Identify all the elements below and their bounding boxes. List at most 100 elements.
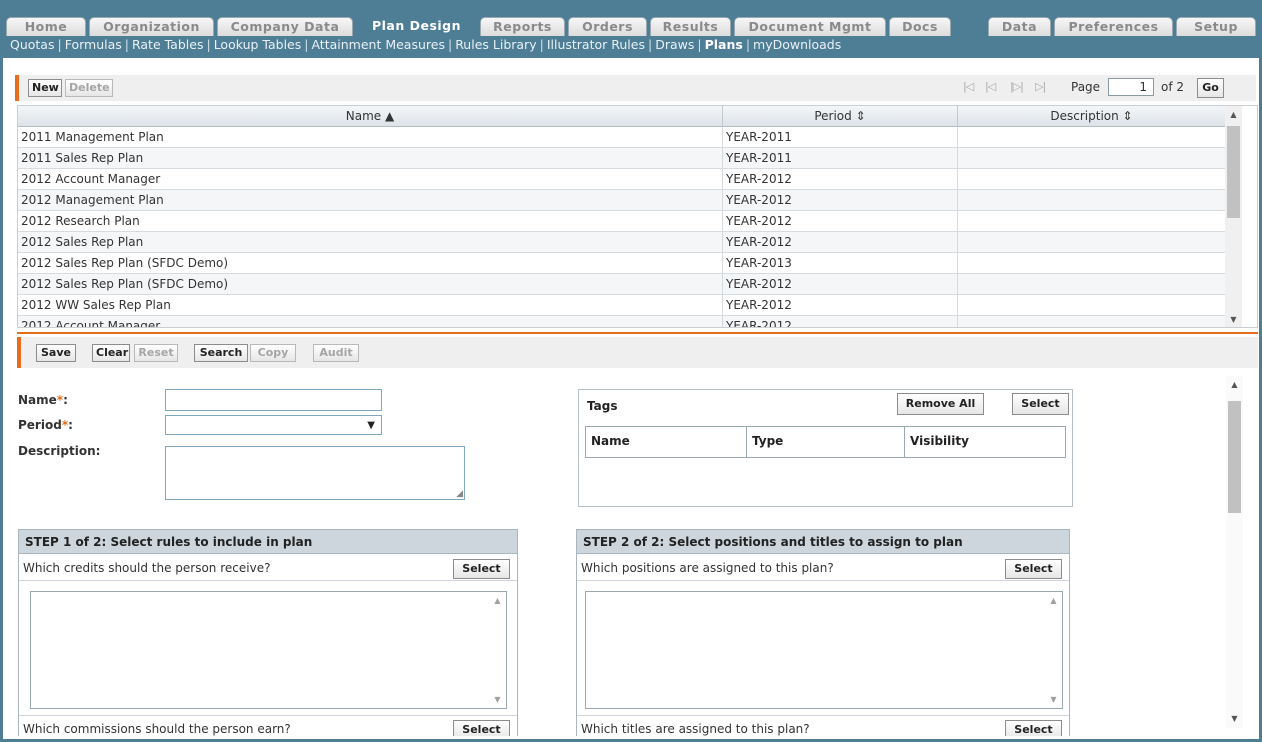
cell-description: [958, 232, 1226, 252]
prev-page-icon[interactable]: |◁: [985, 80, 996, 93]
table-row[interactable]: 2012 Account Manager YEAR-2012: [18, 169, 1226, 190]
period-select[interactable]: ▼: [165, 415, 382, 435]
subnav-separator: |: [697, 37, 702, 52]
tab-docs[interactable]: Docs: [889, 17, 951, 36]
table-row[interactable]: 2012 Account Manager YEAR-2012: [18, 316, 1226, 327]
tab-organization[interactable]: Organization: [89, 17, 214, 36]
pane-splitter[interactable]: [17, 332, 1258, 334]
step1-commissions-question: Which commissions should the person earn…: [19, 715, 517, 736]
audit-button[interactable]: Audit: [313, 344, 359, 362]
cell-description: [958, 148, 1226, 168]
tab-orders[interactable]: Orders: [568, 17, 647, 36]
scroll-down-icon[interactable]: ▼: [1225, 313, 1242, 327]
tab-data[interactable]: Data: [988, 17, 1051, 36]
positions-question-text: Which positions are assigned to this pla…: [581, 561, 834, 575]
subnav-mydownloads[interactable]: myDownloads: [753, 37, 841, 52]
scroll-down-icon[interactable]: ▼: [489, 695, 506, 704]
subnav-quotas[interactable]: Quotas: [10, 37, 54, 52]
subnav-rules-library[interactable]: Rules Library: [455, 37, 536, 52]
cell-period: YEAR-2012: [723, 316, 958, 327]
cell-period: YEAR-2012: [723, 190, 958, 210]
subnav-separator: |: [745, 37, 751, 52]
search-button[interactable]: Search: [194, 344, 248, 362]
table-row[interactable]: 2012 WW Sales Rep Plan YEAR-2012: [18, 295, 1226, 316]
tags-select-button[interactable]: Select: [1012, 393, 1069, 415]
cell-period: YEAR-2012: [723, 274, 958, 294]
next-page-icon[interactable]: |▷|: [1010, 80, 1024, 93]
scroll-down-icon[interactable]: ▼: [1045, 695, 1062, 704]
subnav-draws[interactable]: Draws: [655, 37, 694, 52]
step1-title: STEP 1 of 2: Select rules to include in …: [19, 530, 517, 554]
titles-select-button[interactable]: Select: [1005, 720, 1062, 736]
scroll-up-icon[interactable]: ▲: [489, 596, 506, 605]
table-row[interactable]: 2012 Sales Rep Plan (SFDC Demo) YEAR-2013: [18, 253, 1226, 274]
subnav-rate-tables[interactable]: Rate Tables: [132, 37, 203, 52]
positions-list-scrollbar[interactable]: ▲ ▼: [1045, 592, 1062, 708]
subnav-separator: |: [647, 37, 653, 52]
scroll-thumb[interactable]: [1227, 126, 1240, 218]
cell-description: [958, 127, 1226, 147]
tab-company-data[interactable]: Company Data: [217, 17, 353, 36]
column-header-description[interactable]: Description ⇕: [958, 106, 1226, 127]
scroll-thumb[interactable]: [1228, 401, 1241, 513]
credits-select-button[interactable]: Select: [453, 559, 510, 579]
sub-navigation: Quotas | Formulas | Rate Tables | Lookup Table…: [3, 36, 1259, 58]
remove-all-button[interactable]: Remove All: [897, 393, 984, 415]
subnav-separator: |: [57, 37, 62, 52]
description-textarea[interactable]: ◢: [165, 446, 465, 500]
subnav-plans[interactable]: Plans: [705, 37, 743, 52]
delete-button[interactable]: Delete: [65, 79, 113, 97]
last-page-icon[interactable]: ▷|: [1035, 80, 1046, 93]
commissions-select-button[interactable]: Select: [453, 720, 510, 736]
credits-question-text: Which credits should the person receive?: [23, 561, 271, 575]
scroll-up-icon[interactable]: ▲: [1225, 108, 1242, 122]
go-button[interactable]: Go: [1197, 78, 1224, 98]
resize-grip-icon[interactable]: ◢: [456, 489, 463, 499]
tab-home[interactable]: Home: [6, 17, 86, 36]
table-row[interactable]: 2012 Research Plan YEAR-2012: [18, 211, 1226, 232]
cell-description: [958, 253, 1226, 273]
cell-period: YEAR-2013: [723, 253, 958, 273]
scroll-up-icon[interactable]: ▲: [1226, 378, 1243, 392]
table-row[interactable]: 2012 Sales Rep Plan YEAR-2012: [18, 232, 1226, 253]
tab-reports[interactable]: Reports: [480, 17, 565, 36]
cell-name: 2012 Management Plan: [18, 190, 723, 210]
subnav-illustrator-rules[interactable]: Illustrator Rules: [547, 37, 645, 52]
page-number-input[interactable]: 1: [1108, 78, 1154, 96]
credits-list[interactable]: ▲ ▼: [30, 591, 507, 709]
name-input[interactable]: [165, 389, 382, 411]
subnav-formulas[interactable]: Formulas: [65, 37, 122, 52]
credits-list-scrollbar[interactable]: ▲ ▼: [489, 592, 506, 708]
subnav-lookup-tables[interactable]: Lookup Tables: [214, 37, 302, 52]
tab-document-mgmt[interactable]: Document Mgmt: [734, 17, 886, 36]
positions-list[interactable]: ▲ ▼: [585, 591, 1063, 709]
column-header-period[interactable]: Period ⇕: [723, 106, 958, 127]
form-toolbar: Save Clear Reset Search Copy Audit: [17, 337, 1258, 368]
scroll-up-icon[interactable]: ▲: [1045, 596, 1062, 605]
new-button[interactable]: New: [28, 79, 62, 97]
tab-setup[interactable]: Setup: [1176, 17, 1256, 36]
tab-results[interactable]: Results: [650, 17, 731, 36]
table-row[interactable]: 2011 Sales Rep Plan YEAR-2011: [18, 148, 1226, 169]
scroll-down-icon[interactable]: ▼: [1226, 712, 1243, 726]
tags-panel: Tags Remove All Select Name Type Visibil…: [578, 389, 1073, 507]
column-header-name[interactable]: Name ▲: [18, 106, 723, 127]
save-button[interactable]: Save: [36, 344, 76, 362]
form-scrollbar[interactable]: ▲ ▼: [1226, 376, 1243, 728]
subnav-attainment-measures[interactable]: Attainment Measures: [311, 37, 445, 52]
clear-button[interactable]: Clear: [92, 344, 130, 362]
table-row[interactable]: 2012 Management Plan YEAR-2012: [18, 190, 1226, 211]
tags-title: Tags: [587, 399, 618, 413]
grid-scrollbar[interactable]: ▲ ▼: [1225, 106, 1242, 327]
reset-button[interactable]: Reset: [134, 344, 178, 362]
plan-form: Name*: Period*: ▼ Description: ◢ Tags Re…: [3, 368, 1259, 736]
cell-description: [958, 316, 1226, 327]
first-page-icon[interactable]: |◁: [963, 80, 974, 93]
table-row[interactable]: 2012 Sales Rep Plan (SFDC Demo) YEAR-2012: [18, 274, 1226, 295]
table-row[interactable]: 2011 Management Plan YEAR-2011: [18, 127, 1226, 148]
positions-select-button[interactable]: Select: [1005, 559, 1062, 579]
copy-button[interactable]: Copy: [250, 344, 296, 362]
cell-name: 2012 Sales Rep Plan (SFDC Demo): [18, 274, 723, 294]
tab-preferences[interactable]: Preferences: [1054, 17, 1173, 36]
tab-plan-design[interactable]: Plan Design: [356, 16, 477, 36]
